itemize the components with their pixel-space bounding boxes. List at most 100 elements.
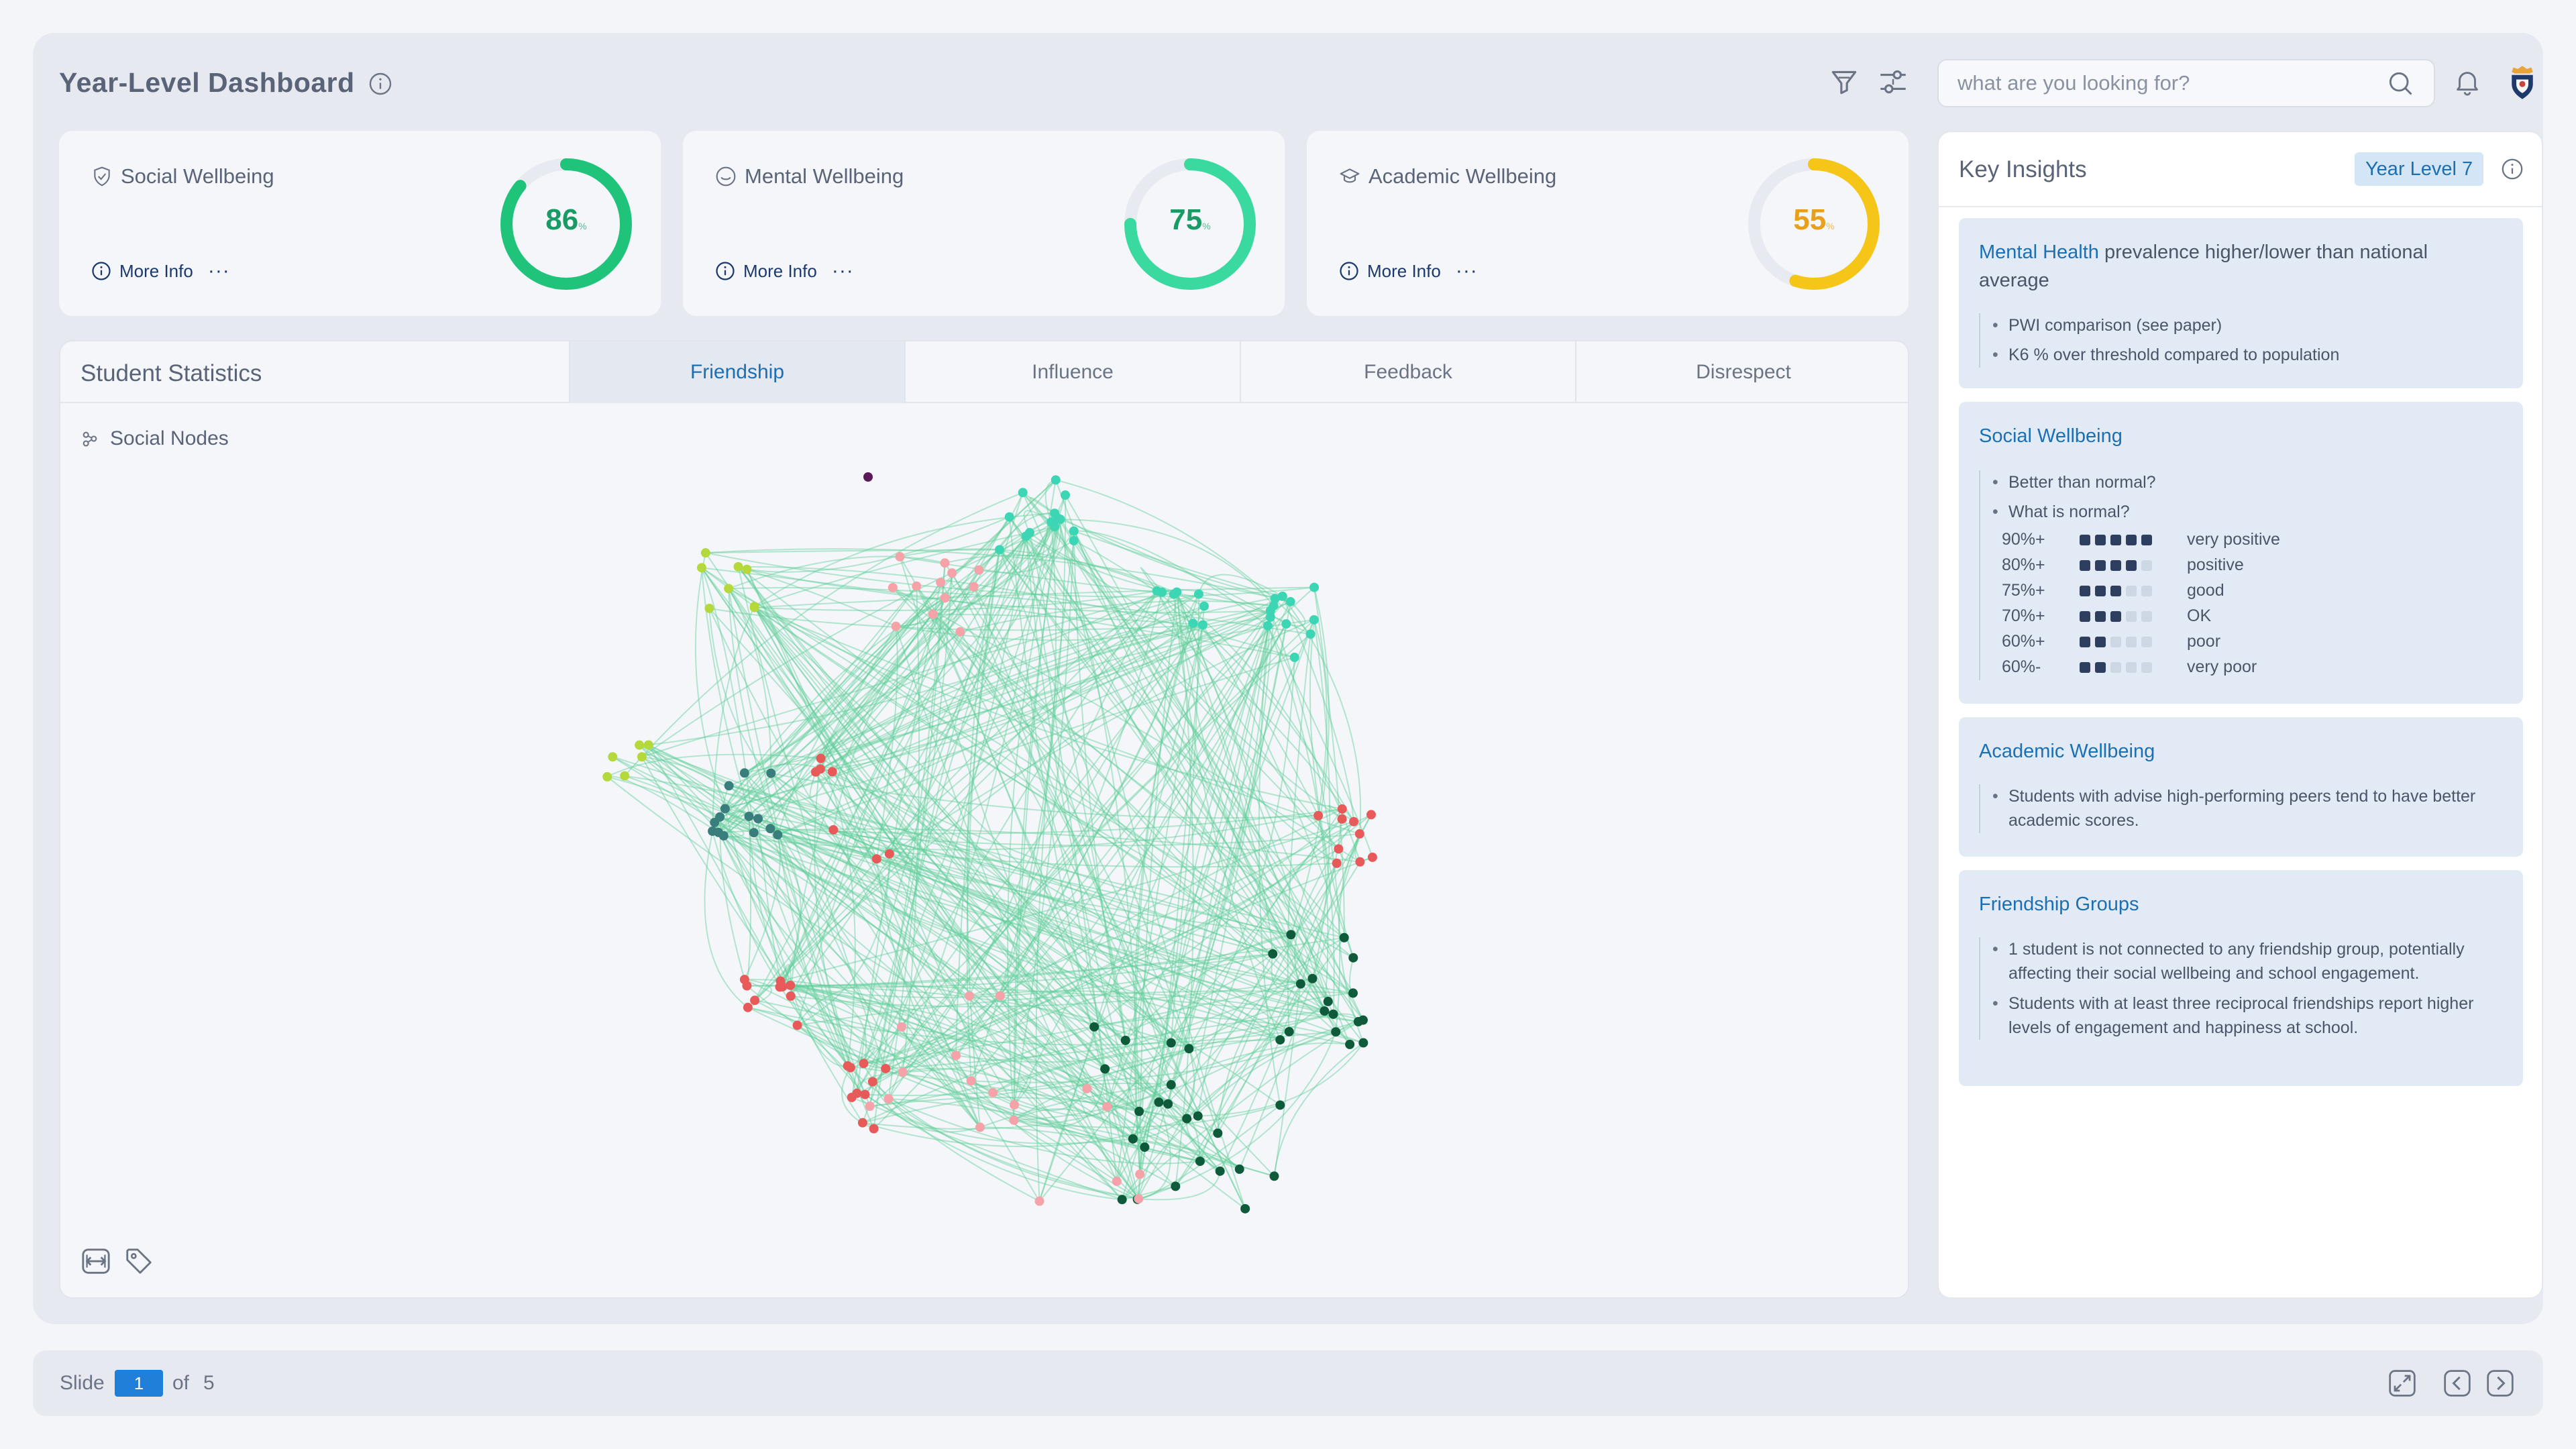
graph-node[interactable]: [743, 1002, 753, 1012]
fit-width-icon[interactable]: [80, 1246, 111, 1277]
search-input[interactable]: [1957, 71, 2385, 95]
search-icon[interactable]: [2385, 68, 2415, 98]
graph-node[interactable]: [1128, 1134, 1138, 1144]
graph-node[interactable]: [715, 812, 725, 822]
graph-node[interactable]: [1348, 953, 1358, 963]
graph-node[interactable]: [883, 1094, 894, 1104]
graph-node[interactable]: [869, 1124, 879, 1134]
graph-node[interactable]: [1166, 1038, 1176, 1048]
graph-node[interactable]: [1112, 1176, 1122, 1186]
graph-node[interactable]: [1004, 512, 1014, 522]
more-dots-icon[interactable]: ···: [208, 260, 230, 282]
graph-node[interactable]: [1050, 508, 1060, 519]
graph-node[interactable]: [860, 1089, 870, 1099]
graph-node[interactable]: [1135, 1169, 1145, 1179]
school-crest-avatar[interactable]: [2504, 64, 2540, 101]
graph-node[interactable]: [724, 781, 734, 791]
graph-node[interactable]: [1102, 1102, 1112, 1112]
graph-node[interactable]: [1263, 621, 1273, 631]
graph-node[interactable]: [749, 602, 759, 612]
graph-node[interactable]: [1193, 589, 1203, 599]
graph-node[interactable]: [974, 565, 984, 575]
graph-node[interactable]: [1269, 1171, 1279, 1181]
graph-node[interactable]: [1018, 488, 1028, 498]
graph-node[interactable]: [1277, 591, 1287, 601]
graph-node[interactable]: [1197, 620, 1208, 630]
previous-slide-icon[interactable]: [2443, 1368, 2472, 1398]
graph-node[interactable]: [753, 814, 763, 824]
graph-node[interactable]: [1328, 1009, 1338, 1019]
more-info-link[interactable]: More Info ···: [91, 260, 230, 282]
graph-node[interactable]: [1307, 973, 1318, 983]
graph-node[interactable]: [828, 824, 839, 835]
graph-node[interactable]: [988, 1087, 998, 1097]
graph-node[interactable]: [951, 1051, 961, 1061]
graph-node[interactable]: [1134, 1106, 1144, 1116]
graph-node[interactable]: [947, 568, 957, 578]
tag-icon[interactable]: [123, 1246, 154, 1277]
graph-node[interactable]: [1195, 1157, 1205, 1167]
graph-node[interactable]: [1337, 804, 1347, 814]
graph-node[interactable]: [1305, 629, 1316, 639]
graph-node[interactable]: [1353, 1017, 1363, 1027]
graph-node[interactable]: [1069, 526, 1079, 536]
graph-node[interactable]: [750, 996, 760, 1006]
graph-node[interactable]: [1010, 1100, 1020, 1110]
insights-info-icon[interactable]: [2501, 158, 2524, 180]
graph-node[interactable]: [1309, 582, 1320, 592]
graph-node[interactable]: [1215, 1166, 1225, 1176]
graph-node[interactable]: [1289, 652, 1299, 662]
graph-node[interactable]: [733, 561, 743, 572]
graph-node[interactable]: [765, 824, 775, 834]
graph-node[interactable]: [955, 627, 965, 637]
more-dots-icon[interactable]: ···: [832, 260, 854, 282]
graph-node[interactable]: [1152, 586, 1162, 596]
graph-node[interactable]: [1140, 1142, 1150, 1152]
filter-icon[interactable]: [1827, 65, 1861, 99]
graph-node[interactable]: [857, 1118, 867, 1128]
graph-node[interactable]: [1166, 1080, 1176, 1090]
slide-number-input[interactable]: 1: [115, 1370, 163, 1397]
graph-node[interactable]: [966, 1076, 976, 1086]
graph-node[interactable]: [1349, 816, 1359, 826]
graph-node[interactable]: [1034, 1196, 1044, 1206]
graph-node[interactable]: [1188, 619, 1198, 629]
graph-node[interactable]: [696, 563, 706, 573]
graph-node[interactable]: [881, 1063, 891, 1073]
graph-node[interactable]: [1358, 1038, 1368, 1048]
graph-node[interactable]: [1309, 614, 1319, 625]
graph-node[interactable]: [1089, 1022, 1099, 1032]
more-info-link[interactable]: More Info ···: [1339, 260, 1478, 282]
graph-node[interactable]: [1286, 930, 1296, 940]
graph-node[interactable]: [1069, 535, 1079, 545]
graph-node[interactable]: [643, 740, 653, 750]
graph-node[interactable]: [1117, 1195, 1127, 1205]
sliders-icon[interactable]: [1876, 65, 1910, 99]
graph-node[interactable]: [1051, 475, 1061, 485]
graph-node[interactable]: [724, 584, 734, 594]
graph-node[interactable]: [704, 603, 714, 613]
graph-node[interactable]: [608, 752, 618, 762]
graph-node[interactable]: [1281, 619, 1291, 629]
graph-node[interactable]: [1331, 1027, 1341, 1037]
graph-node[interactable]: [1171, 1181, 1181, 1191]
graph-node[interactable]: [1009, 1115, 1019, 1125]
graph-node[interactable]: [1334, 844, 1344, 854]
graph-node[interactable]: [1120, 1035, 1130, 1045]
social-network-graph[interactable]: [60, 341, 1909, 1299]
graph-node[interactable]: [1354, 829, 1364, 839]
graph-node[interactable]: [773, 830, 783, 840]
graph-node[interactable]: [1172, 587, 1182, 597]
graph-node[interactable]: [884, 849, 894, 859]
graph-node[interactable]: [1024, 527, 1034, 537]
graph-node[interactable]: [742, 564, 752, 574]
graph-node[interactable]: [898, 1067, 908, 1077]
graph-node[interactable]: [1275, 1100, 1285, 1110]
graph-node[interactable]: [637, 752, 647, 762]
graph-node[interactable]: [775, 982, 785, 992]
graph-node[interactable]: [865, 1102, 875, 1112]
graph-node[interactable]: [786, 980, 796, 990]
graph-node[interactable]: [1366, 810, 1376, 820]
graph-node[interactable]: [739, 768, 749, 778]
graph-node[interactable]: [766, 768, 776, 778]
